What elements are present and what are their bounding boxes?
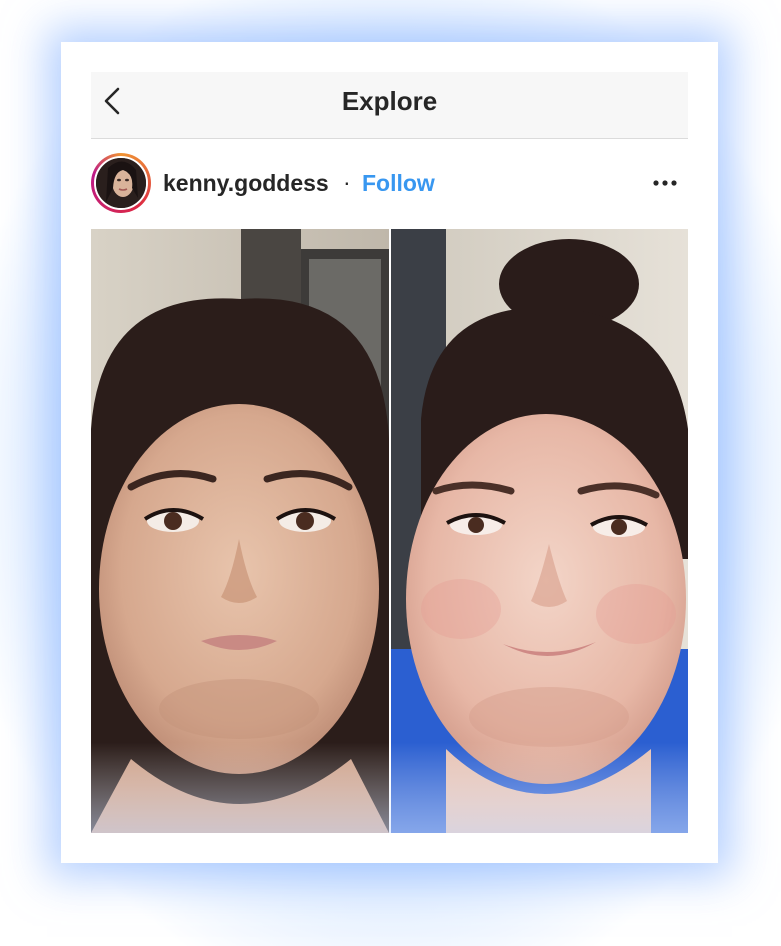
- post-image[interactable]: [91, 229, 688, 833]
- username-link[interactable]: kenny.goddess: [163, 170, 329, 197]
- avatar-portrait: [96, 158, 146, 208]
- separator-dot: ·: [343, 169, 351, 195]
- ellipsis-icon[interactable]: [652, 173, 678, 193]
- avatar[interactable]: [94, 156, 148, 210]
- follow-button[interactable]: Follow: [362, 170, 435, 197]
- story-ring[interactable]: [91, 153, 151, 213]
- post-header: kenny.goddess · Follow: [91, 139, 688, 229]
- top-navigation-bar: Explore: [91, 72, 688, 139]
- explore-screen: Explore kenny.goddess · Follow: [91, 72, 688, 833]
- page-title: Explore: [341, 86, 438, 116]
